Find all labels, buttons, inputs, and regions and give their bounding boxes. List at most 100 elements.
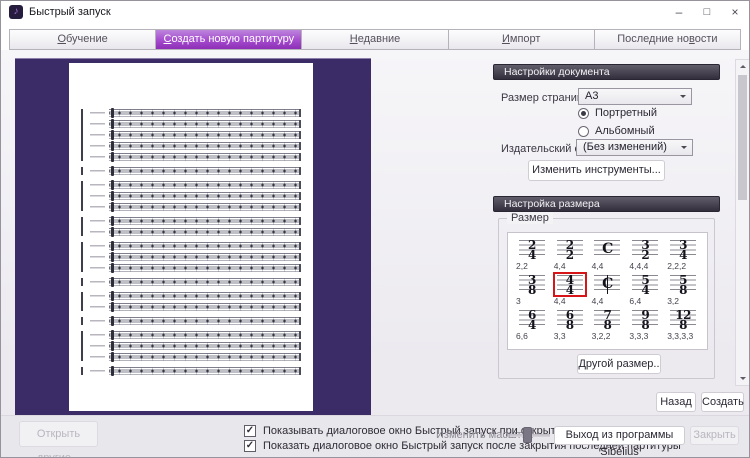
beam-groups-label: 2,2: [516, 262, 528, 271]
time-signature-option-9-8[interactable]: 983,3,3: [627, 307, 663, 341]
checkbox[interactable]: ✓: [244, 440, 256, 452]
denominator: 4: [566, 285, 574, 295]
size-setup-header: Настройка размера: [493, 196, 720, 212]
signature-box: 98: [628, 307, 662, 332]
denominator: 8: [679, 320, 687, 330]
staff-row: [83, 253, 301, 261]
tab-import[interactable]: Импорт: [449, 30, 595, 49]
landscape-label: Альбомный: [595, 125, 655, 137]
tab-latest-news[interactable]: Последние новости: [595, 30, 740, 49]
close-button[interactable]: Закрыть: [690, 426, 739, 445]
change-instruments-button[interactable]: Изменить инструменты...: [528, 160, 665, 181]
signature-box: C: [590, 272, 624, 297]
score-page: [69, 63, 313, 411]
instrument-name-label: [83, 120, 109, 128]
orientation-landscape-option[interactable]: Альбомный: [578, 125, 655, 137]
create-button[interactable]: Создать: [701, 392, 744, 412]
time-signature-option-cut[interactable]: C4,4: [590, 272, 626, 306]
staff-lines: [109, 278, 301, 286]
time-signature-option-common[interactable]: C4,4: [590, 237, 626, 271]
instrument-name-label: [83, 167, 109, 175]
staff-row: [83, 242, 301, 250]
staff-row: [83, 317, 301, 325]
time-signature-option-3-8[interactable]: 383: [514, 272, 550, 306]
staff-lines: [109, 153, 301, 161]
staff-group: [81, 292, 301, 311]
page-size-select[interactable]: A3: [578, 88, 692, 105]
staff-lines: [109, 142, 301, 150]
staff-row: [83, 292, 301, 300]
tab-recent[interactable]: Недавние: [302, 30, 448, 49]
denominator: 8: [679, 285, 687, 295]
signature-box: C: [590, 237, 624, 262]
staff-row: [83, 217, 301, 225]
instrument-name-label: [83, 253, 109, 261]
staff-lines: [109, 242, 301, 250]
staff-lines: [109, 167, 301, 175]
instrument-name-label: [83, 217, 109, 225]
scrollbar-thumb[interactable]: [738, 75, 747, 200]
size-group-label: Размер: [507, 212, 553, 224]
time-signature-option-2-4[interactable]: 242,2: [514, 237, 550, 271]
time-signature-option-7-8[interactable]: 783,2,2: [590, 307, 626, 341]
other-size-button[interactable]: Другой размер..: [577, 354, 661, 374]
open-others-button[interactable]: Открыть другие...: [19, 421, 98, 447]
staff-row: [83, 264, 301, 272]
beam-groups-label: 4,4: [592, 297, 604, 306]
denominator: 8: [528, 285, 536, 295]
staff-row: [83, 203, 301, 211]
instrument-name-label: [83, 142, 109, 150]
window-title: Быстрый запуск: [29, 6, 111, 18]
back-button[interactable]: Назад: [656, 392, 696, 412]
time-signature-option-4-4[interactable]: 444,4: [552, 272, 588, 306]
staff-group: [81, 367, 301, 375]
maximize-button[interactable]: □: [693, 1, 721, 23]
quit-sibelius-button[interactable]: Выход из программы Sibelius: [554, 426, 685, 445]
instrument-name-label: [83, 292, 109, 300]
chevron-down-icon: [680, 95, 686, 98]
tab-bar: ОбучениеСоздать новую партитуруНедавниеИ…: [9, 29, 741, 50]
staff-row: [83, 181, 301, 189]
staff-row: [83, 331, 301, 339]
time-signature-option-12-8[interactable]: 1283,3,3,3: [665, 307, 701, 341]
beam-groups-label: 2,2,2: [667, 262, 686, 271]
signature-box: 54: [628, 272, 662, 297]
time-signature-option-5-4[interactable]: 546,4: [627, 272, 663, 306]
time-signature-option-5-8[interactable]: 583,2: [665, 272, 701, 306]
tab-new-score[interactable]: Создать новую партитуру: [156, 30, 302, 49]
time-signature-option-6-8[interactable]: 683,3: [552, 307, 588, 341]
staff-group: [81, 181, 301, 211]
radio-portrait[interactable]: [578, 108, 589, 119]
close-icon[interactable]: ×: [721, 1, 749, 23]
staff-row: [83, 353, 301, 361]
staff-lines: [109, 120, 301, 128]
signature-box: 128: [666, 307, 700, 332]
publisher-style-select[interactable]: (Без изменений): [576, 139, 693, 156]
time-signature-option-3-4[interactable]: 342,2,2: [665, 237, 701, 271]
orientation-portrait-option[interactable]: Портретный: [578, 107, 657, 119]
time-signature-option-2-2[interactable]: 224,4: [552, 237, 588, 271]
tab-training[interactable]: Обучение: [10, 30, 156, 49]
staff-lines: [109, 317, 301, 325]
scroll-up-icon[interactable]: [740, 65, 746, 68]
title-bar: ♪ Быстрый запуск – □ ×: [1, 1, 749, 29]
signature-box: 34: [666, 237, 700, 262]
time-signature-option-3-2[interactable]: 324,4,4: [627, 237, 663, 271]
time-signature-grid-wrap: 242,2224,4C4,4324,4,4342,2,2383444,4C4,4…: [507, 232, 708, 350]
time-signature-option-6-4[interactable]: 646,6: [514, 307, 550, 341]
radio-landscape[interactable]: [578, 126, 589, 137]
staff-row: [83, 228, 301, 236]
staff-group: [81, 242, 301, 272]
checkbox[interactable]: ✓: [244, 425, 256, 437]
staff-lines: [109, 331, 301, 339]
scale-slider-handle[interactable]: [523, 427, 532, 443]
instrument-name-label: [83, 367, 109, 375]
panel-scrollbar[interactable]: [735, 59, 750, 386]
staff-lines: [109, 342, 301, 350]
signature-box: 38: [515, 272, 549, 297]
staff-lines: [109, 303, 301, 311]
staff-row: [83, 167, 301, 175]
minimize-button[interactable]: –: [665, 1, 693, 23]
scroll-down-icon[interactable]: [740, 377, 746, 380]
denominator: 2: [566, 250, 574, 260]
